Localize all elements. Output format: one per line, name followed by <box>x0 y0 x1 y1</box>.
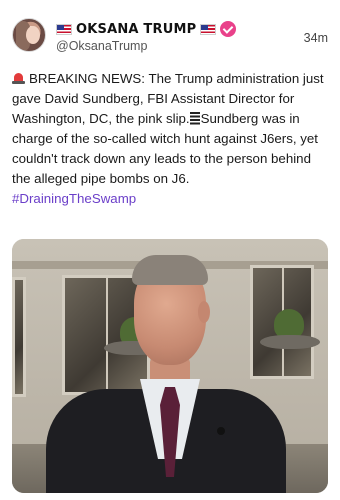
post-timestamp: 34m <box>303 31 328 45</box>
display-name[interactable]: OKSANA TRUMP <box>76 22 196 37</box>
us-flag-icon <box>56 23 72 35</box>
siren-icon <box>12 72 25 84</box>
image-window-left <box>12 277 26 397</box>
avatar[interactable] <box>12 18 46 52</box>
us-flag-icon <box>200 23 217 35</box>
post-text: BREAKING NEWS: The Trump administration … <box>12 69 330 209</box>
verified-badge-icon <box>220 21 237 37</box>
display-name-row[interactable]: OKSANA TRUMP <box>56 20 237 38</box>
post-header: OKSANA TRUMP @OksanaTrump 34m <box>12 18 328 58</box>
image-ear <box>198 301 210 323</box>
avatar-face <box>26 26 40 44</box>
image-planter-right <box>260 335 320 349</box>
post-card: OKSANA TRUMP @OksanaTrump 34m BREAKING N… <box>0 0 340 500</box>
image-hair <box>132 255 208 285</box>
bars-icon <box>189 112 200 125</box>
post-image[interactable] <box>12 239 328 493</box>
image-lapel-mic <box>217 427 225 435</box>
hashtag-link[interactable]: #DrainingTheSwamp <box>12 191 136 206</box>
image-window-mullion <box>106 278 108 392</box>
user-handle[interactable]: @OksanaTrump <box>56 39 147 53</box>
